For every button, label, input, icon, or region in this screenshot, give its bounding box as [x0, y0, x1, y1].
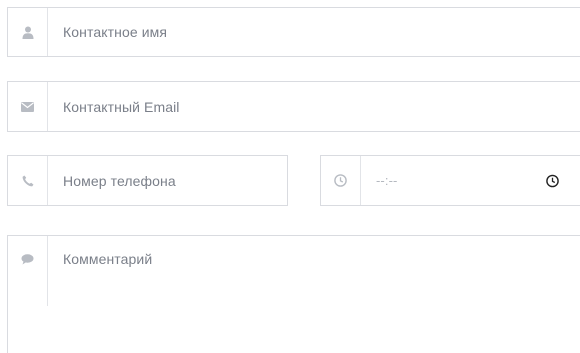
time-value: --:--: [376, 173, 398, 188]
phone-placeholder: Номер телефона: [63, 172, 176, 189]
time-field[interactable]: --:--: [320, 155, 580, 206]
contact-name-field[interactable]: Контактное имя: [7, 7, 580, 57]
clock-icon: [321, 156, 361, 205]
contact-email-placeholder: Контактный Email: [63, 98, 180, 115]
user-icon: [8, 8, 48, 56]
comment-textarea[interactable]: Комментарий: [48, 236, 580, 267]
contact-name-input[interactable]: Контактное имя: [48, 8, 580, 56]
comment-placeholder: Комментарий: [63, 251, 153, 267]
contact-name-placeholder: Контактное имя: [63, 24, 168, 40]
contact-email-input[interactable]: Контактный Email: [48, 82, 580, 131]
contact-form: Контактное имя Контактный Email Номер те…: [0, 0, 580, 353]
phone-input[interactable]: Номер телефона: [48, 156, 287, 205]
comment-field[interactable]: Комментарий: [7, 235, 580, 353]
phone-icon: [8, 156, 48, 205]
comment-icon: [8, 236, 48, 306]
phone-field[interactable]: Номер телефона: [7, 155, 288, 206]
envelope-icon: [8, 82, 48, 131]
time-picker-clock-icon[interactable]: [546, 174, 559, 187]
contact-email-field[interactable]: Контактный Email: [7, 81, 580, 132]
